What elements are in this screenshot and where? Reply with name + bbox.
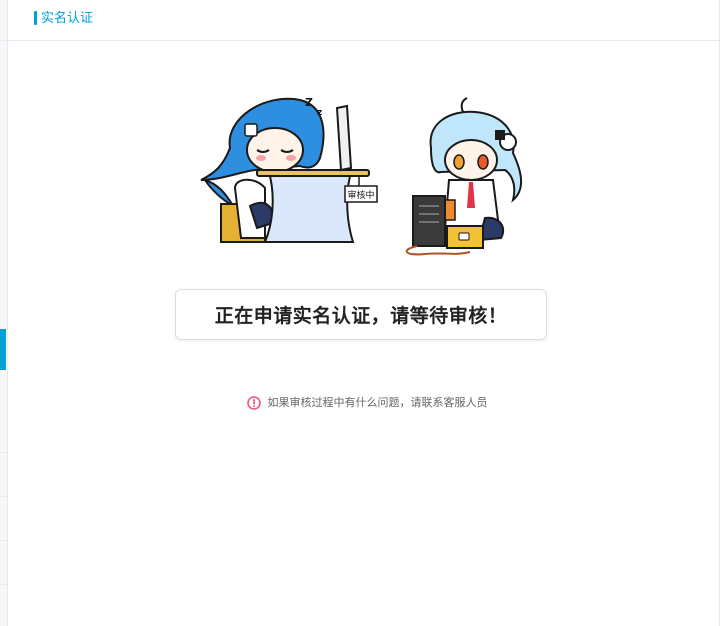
- page-root: 实名认证 Z z 审核中 正在申请实名认证，请等待审核！ 如果审核过程中有什么问…: [0, 0, 720, 626]
- svg-text:Z: Z: [305, 96, 313, 109]
- sidebar-active-indicator[interactable]: [0, 329, 6, 370]
- section-header: 实名认证: [8, 0, 719, 41]
- review-illustration: Z z 审核中: [200, 96, 522, 256]
- sidebar-divider: [0, 452, 7, 453]
- sidebar-divider: [0, 496, 7, 497]
- help-hint-text: 如果审核过程中有什么问题，请联系客服人员: [267, 396, 488, 409]
- review-sign-label: 审核中: [347, 189, 374, 201]
- sidebar-divider: [0, 540, 7, 541]
- working-character-figure: [405, 97, 522, 256]
- status-card: 正在申请实名认证，请等待审核！: [175, 289, 547, 340]
- sidebar-edge: [0, 0, 8, 626]
- svg-text:z: z: [317, 108, 322, 118]
- section-title: 实名认证: [41, 11, 94, 26]
- status-message: 正在申请实名认证，请等待审核！: [214, 305, 508, 327]
- title-accent-bar: [34, 11, 37, 25]
- sidebar-divider: [0, 40, 7, 41]
- sidebar-divider: [0, 584, 7, 585]
- help-hint: 如果审核过程中有什么问题，请联系客服人员: [0, 394, 720, 412]
- exclamation-circle-icon: [246, 396, 261, 410]
